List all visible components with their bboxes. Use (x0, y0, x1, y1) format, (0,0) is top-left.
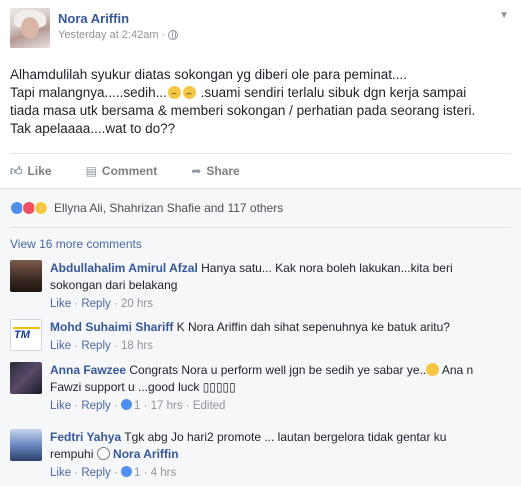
commenter-name[interactable]: Fedtri Yahya (50, 430, 121, 444)
comment-label: Comment (101, 164, 158, 178)
sad-reaction-icon (34, 201, 48, 215)
comment-body: Abdullahalim Amirul Afzal Hanya satu... … (50, 260, 515, 313)
comment-text: Anna Fawzee Congrats Nora u perform well… (50, 362, 515, 379)
commenter-avatar[interactable]: TM (10, 319, 42, 351)
comment-body: Mohd Suhaimi Shariff K Nora Ariffin dah … (50, 319, 515, 355)
comment-meta: Like · Reply · 1 · 17 hrs · Edited (50, 399, 226, 412)
comment-meta: Like · Reply · 20 hrs (50, 298, 153, 310)
comment-like-link[interactable]: Like (50, 340, 71, 352)
comment-meta: Like · Reply · 1 · 4 hrs (50, 466, 177, 479)
smiling-face-icon (426, 363, 440, 376)
avatar-face-shape (21, 17, 39, 39)
comment-text-line: rempuhi Nora Ariffin (50, 446, 515, 463)
like-button[interactable]: 👍︎ Like (10, 164, 52, 179)
like-label: Like (27, 164, 52, 178)
like-count-icon (120, 399, 132, 410)
comment-text-segment: Tgk abg Jo hari2 promote ... lautan berg… (121, 430, 447, 444)
comment-body: Fedtri Yahya Tgk abg Jo hari2 promote ..… (50, 429, 515, 482)
chevron-down-icon[interactable]: ▼ (499, 10, 509, 21)
comment-meta: Like · Reply · 18 hrs (50, 340, 153, 352)
crying-face-icon (167, 86, 181, 99)
comment-like-link[interactable]: Like (50, 467, 71, 479)
post-body: Alhamdulilah syukur diatas sokongan yg d… (10, 66, 515, 138)
post-text-segment: Tapi malangnya.....sedih... (10, 85, 167, 100)
comment-text-segment: Ana n (439, 363, 474, 377)
comment-text-segment: Hanya satu... Kak nora boleh lakukan...k… (197, 261, 453, 275)
comment-like-count[interactable]: 1 (134, 400, 140, 412)
author-avatar[interactable] (10, 8, 50, 48)
view-more-comments-link[interactable]: View 16 more comments (10, 237, 142, 251)
divider (10, 153, 511, 154)
comment-text-line: sokongan dari belakang (50, 278, 178, 292)
divider (10, 227, 511, 228)
share-label: Share (206, 164, 240, 178)
meta-separator: · (161, 29, 166, 41)
comment-text-segment: K Nora Ariffin dah sihat sepenuhnya ke b… (173, 320, 450, 334)
post-action-bar: 👍︎ Like ▤ Comment ➦ Share (10, 159, 274, 183)
comment-time[interactable]: 18 hrs (121, 340, 153, 352)
comment-reply-link[interactable]: Reply (81, 400, 110, 412)
comment-reply-link[interactable]: Reply (81, 298, 110, 310)
commenter-name[interactable]: Mohd Suhaimi Shariff (50, 320, 173, 334)
commenter-avatar[interactable] (10, 362, 42, 394)
comment-text: Abdullahalim Amirul Afzal Hanya satu... … (50, 260, 515, 277)
commenter-name[interactable]: Anna Fawzee (50, 363, 126, 377)
post-text-line: Tapi malangnya.....sedih... .suami sendi… (10, 84, 515, 102)
thumbs-up-icon: 👍︎ (10, 163, 23, 178)
tm-logo: TM (14, 329, 30, 341)
comment-button[interactable]: ▤ Comment (86, 164, 158, 178)
like-count-icon (120, 466, 132, 477)
comment-time[interactable]: 20 hrs (121, 298, 153, 310)
comment-time[interactable]: 17 hrs (151, 400, 183, 412)
comment-edited[interactable]: Edited (193, 400, 226, 412)
post-author-name[interactable]: Nora Ariffin (58, 11, 129, 26)
share-arrow-icon: ➦ (191, 164, 202, 178)
post-text-line: tiada masa utk bersama & memberi sokonga… (10, 103, 476, 118)
post-timestamp[interactable]: Yesterday at 2:42am (58, 29, 159, 41)
post-text-segment: .suami sendiri terlalu sibuk dgn kerja s… (196, 85, 467, 100)
reactions-summary[interactable]: Ellyna Ali, Shahrizan Shafie and 117 oth… (10, 201, 283, 215)
share-button[interactable]: ➦ Share (191, 164, 239, 178)
comments-section: Ellyna Ali, Shahrizan Shafie and 117 oth… (0, 188, 521, 486)
crying-face-icon (182, 86, 196, 99)
comment-body: Anna Fawzee Congrats Nora u perform well… (50, 362, 515, 415)
comment-text: Mohd Suhaimi Shariff K Nora Ariffin dah … (50, 319, 515, 336)
comment-like-count[interactable]: 1 (134, 467, 140, 479)
comment-reply-link[interactable]: Reply (81, 340, 110, 352)
comment-like-link[interactable]: Like (50, 400, 71, 412)
comment-reply-link[interactable]: Reply (81, 467, 110, 479)
post-meta: Yesterday at 2:42am · (58, 29, 179, 41)
comment-text-segment: rempuhi (50, 447, 97, 461)
comment-time[interactable]: 4 hrs (151, 467, 177, 479)
commenter-name[interactable]: Abdullahalim Amirul Afzal (50, 261, 198, 275)
facebook-post-card: Nora Ariffin Yesterday at 2:42am · ▼ Alh… (0, 0, 521, 486)
commenter-avatar[interactable] (10, 260, 42, 292)
comment-icon: ▤ (85, 164, 97, 178)
comment-like-link[interactable]: Like (50, 298, 71, 310)
comment-text-segment: Congrats Nora u perform well jgn be sedi… (126, 363, 427, 377)
post-text-line: Alhamdulilah syukur diatas sokongan yg d… (10, 67, 407, 82)
mentioned-user-link[interactable]: Nora Ariffin (110, 447, 179, 461)
comment-text-line: Fawzi support u ...good luck ▯▯▯▯▯ (50, 380, 236, 394)
smiling-face-icon (96, 447, 110, 460)
post-text-line: Tak apelaaaa....wat to do?? (10, 121, 176, 136)
commenter-avatar[interactable] (10, 429, 42, 461)
comment-text: Fedtri Yahya Tgk abg Jo hari2 promote ..… (50, 429, 515, 446)
globe-icon (168, 30, 179, 40)
reactions-names[interactable]: Ellyna Ali, Shahrizan Shafie and 117 oth… (54, 201, 283, 215)
